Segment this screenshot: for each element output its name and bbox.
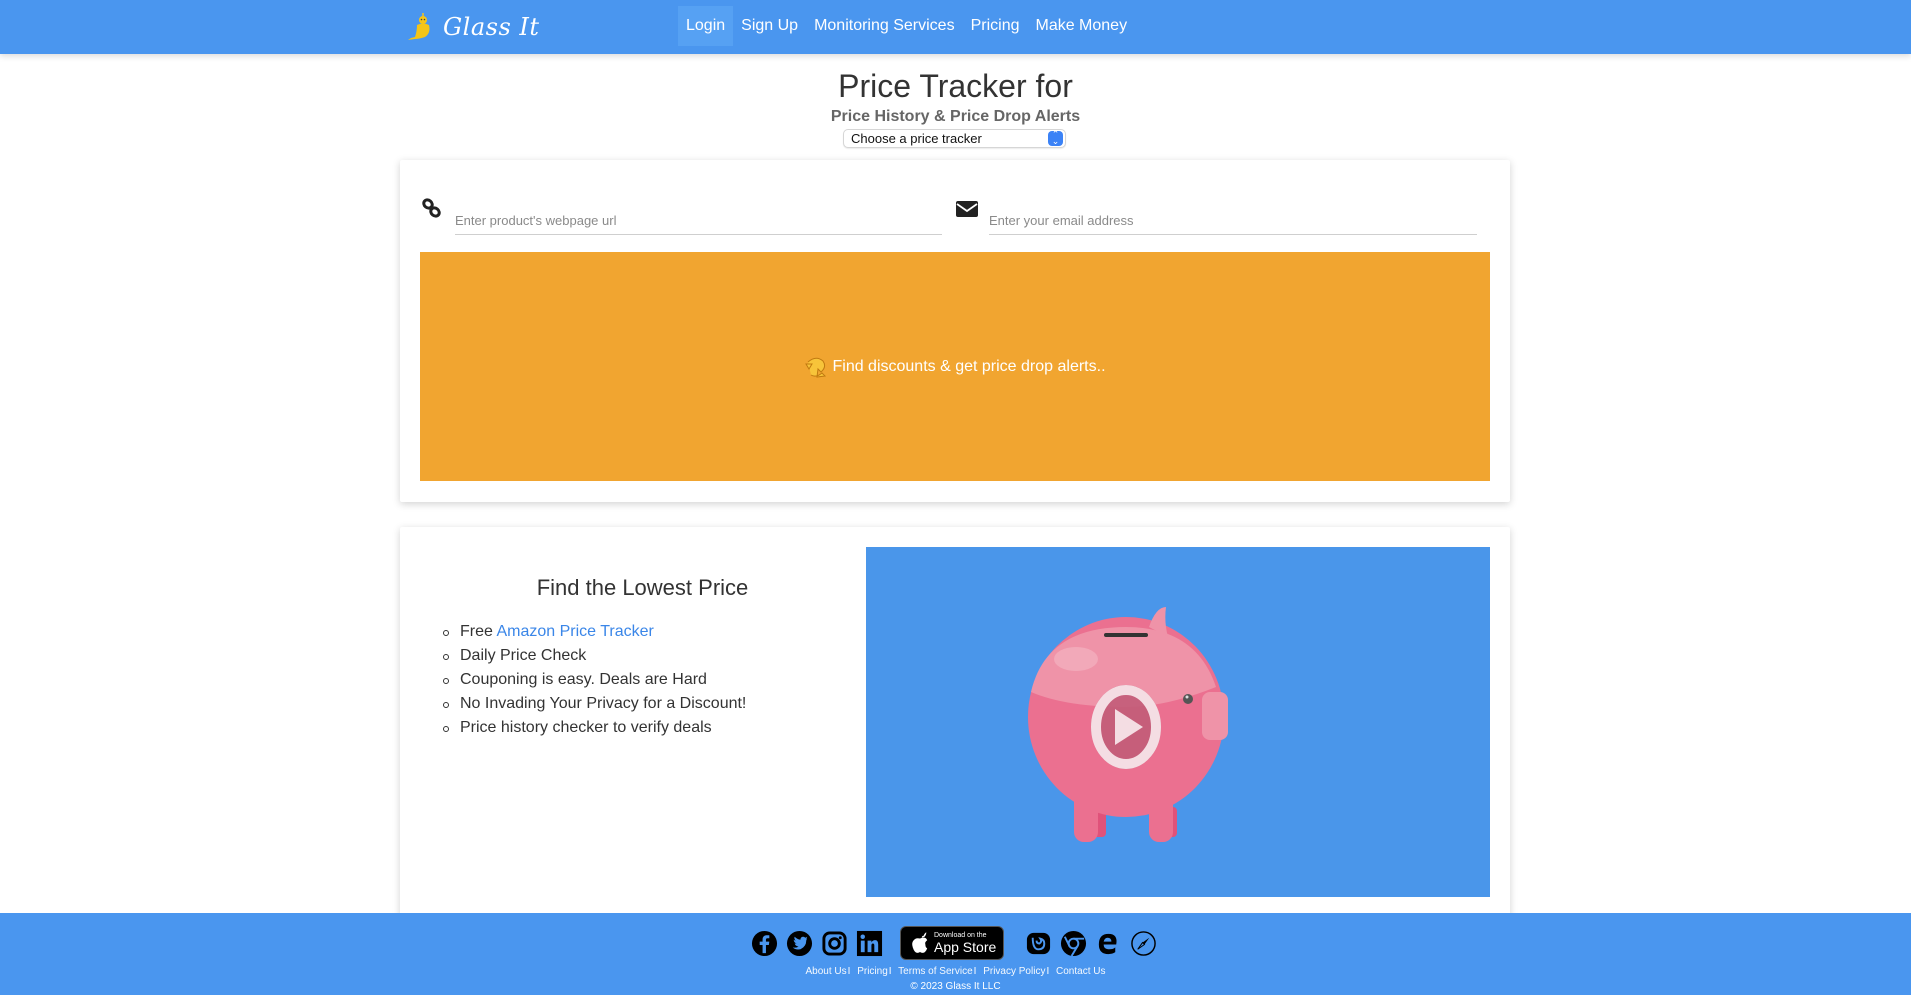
footer-icons: Download on the App Store [750,925,1164,961]
footer-link-pricing[interactable]: Pricing [857,966,888,977]
features-title: Find the Lowest Price [536,575,749,600]
envelope-icon [956,201,978,217]
find-discounts-button[interactable]: Find discounts & get price drop alerts.. [420,252,1490,481]
promo-video[interactable] [866,547,1490,897]
facebook-icon[interactable] [750,929,778,957]
footer-separator: I [973,966,977,977]
linkedin-icon[interactable] [855,929,883,957]
nav-sign-up[interactable]: Sign Up [733,6,806,46]
select-stepper-icon: ⌃ ⌄ [1048,130,1063,146]
footer-link-privacy[interactable]: Privacy Policy [983,966,1045,977]
list-item: Couponing is easy. Deals are Hard [440,668,746,692]
footer-separator: I [1046,966,1050,977]
genie-lamp-icon [408,13,430,40]
apple-icon [911,932,929,954]
app-store-line2: App Store [934,938,997,955]
firefox-icon[interactable] [1024,929,1052,957]
nav-monitoring-services[interactable]: Monitoring Services [806,6,963,46]
nav-make-money[interactable]: Make Money [1027,6,1135,46]
footer-link-terms[interactable]: Terms of Service [898,966,972,977]
list-item: Free Amazon Price Tracker [440,620,746,644]
hero-header: Price Tracker for Price History & Price … [0,66,1911,127]
chrome-icon[interactable] [1059,929,1087,957]
brand-name: Glass It [443,13,540,41]
features-card: Find the Lowest Price Free Amazon Price … [400,527,1510,927]
list-item: Price history checker to verify deals [440,716,746,740]
nav-pricing[interactable]: Pricing [963,6,1028,46]
tracker-select-value: Choose a price tracker [851,131,982,146]
page-title: Price Tracker for [838,68,1073,104]
app-store-badge[interactable]: Download on the App Store [900,926,1004,960]
page-subtitle: Price History & Price Drop Alerts [830,108,1081,125]
footer-separator: I [847,966,851,977]
find-discounts-label: Find discounts & get price drop alerts.. [832,357,1106,375]
list-item: No Invading Your Privacy for a Discount! [440,692,746,716]
twitter-icon[interactable] [785,929,813,957]
link-icon [422,198,441,218]
play-icon[interactable] [1091,685,1161,769]
email-field-group [955,195,1495,240]
tracker-form-card: Find discounts & get price drop alerts.. [400,160,1510,502]
safari-icon[interactable] [1129,929,1157,957]
list-item: Daily Price Check [440,644,746,668]
refresh-arrow-icon [805,357,827,378]
main-nav: Login Sign Up Monitoring Services Pricin… [678,6,1135,46]
email-input[interactable] [989,195,1477,235]
footer-link-contact[interactable]: Contact Us [1056,966,1105,977]
features-list: Free Amazon Price Tracker Daily Price Ch… [440,620,746,740]
nav-login[interactable]: Login [678,6,734,46]
edge-icon[interactable] [1094,929,1122,957]
brand-logo[interactable]: Glass It [403,8,540,46]
top-navbar: Glass It Login Sign Up Monitoring Servic… [0,0,1911,54]
footer-link-about-us[interactable]: About Us [806,966,847,977]
site-footer: Download on the App Store About UsI Pric… [0,913,1911,995]
list-item-text: Free [460,623,497,640]
piggy-bank-icon [1028,607,1228,842]
product-url-input[interactable] [455,195,942,235]
instagram-icon[interactable] [820,929,848,957]
footer-links: About UsI PricingI Terms of ServiceI Pri… [0,966,1911,977]
tracker-select[interactable]: Choose a price tracker ⌃ ⌄ [843,129,1066,148]
footer-separator: I [888,966,892,977]
amazon-price-tracker-link[interactable]: Amazon Price Tracker [496,623,653,640]
copyright: © 2023 Glass It LLC [910,981,1001,992]
